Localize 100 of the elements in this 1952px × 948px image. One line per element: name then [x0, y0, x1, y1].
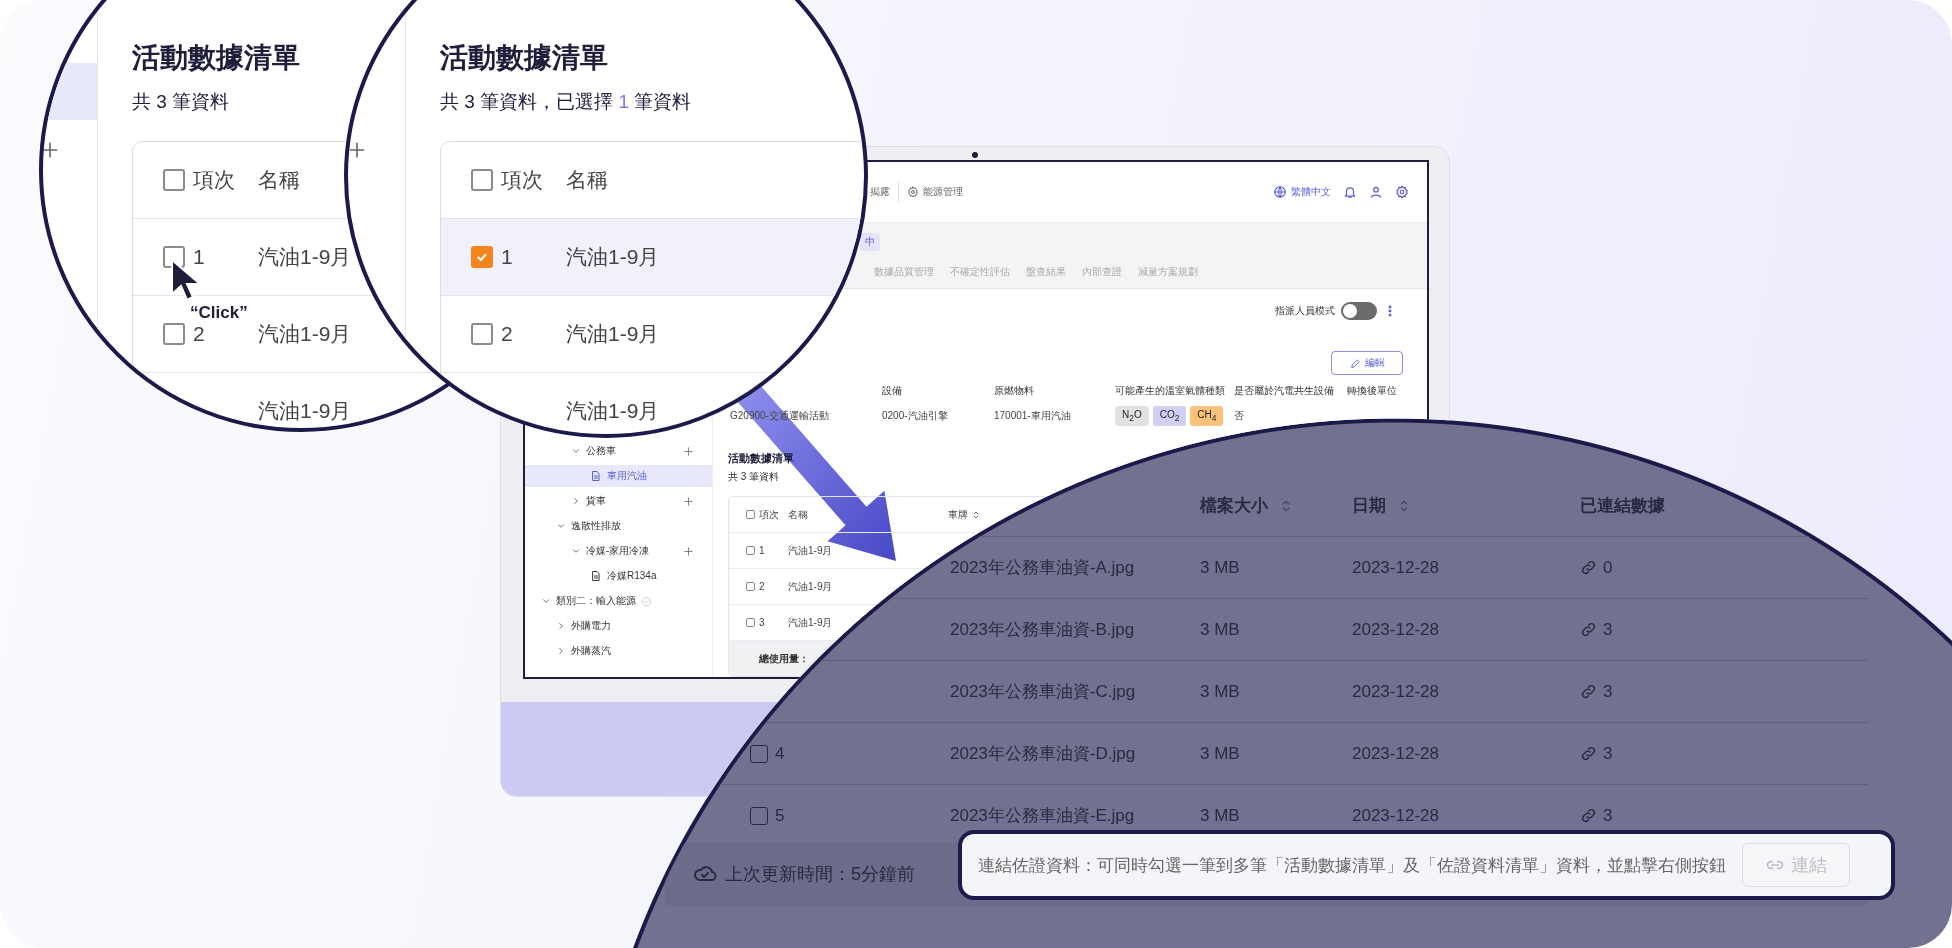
hint-text: 連結佐證資料：可同時勾選一筆到多筆「活動數據清單」及「佐證資料清單」資料，並點擊右側按鈕	[978, 854, 1726, 877]
tree-label: 冷媒R134a	[607, 569, 657, 583]
plus-icon[interactable]	[348, 140, 367, 160]
table-cell-text: 汽油1-9月	[566, 321, 660, 347]
table-cell-text: 汽油1-9月	[788, 615, 834, 630]
sort-icon[interactable]	[971, 509, 981, 520]
tree-item[interactable]: 逸散性排放	[525, 515, 712, 537]
field-value: 170001-車用汽油	[994, 409, 1072, 423]
chevron-icon[interactable]	[556, 621, 566, 631]
table-cell-text: 1	[759, 545, 766, 556]
file-name: 2023年公務車油資-D.jpg	[950, 743, 1136, 765]
gas-tag: CH$_{4}$	[1190, 406, 1224, 426]
file-name: 2023年公務車油資-A.jpg	[950, 557, 1135, 579]
linked-count: 3	[1603, 681, 1613, 702]
linked-count: 3	[1603, 743, 1613, 764]
row-checkbox[interactable]	[471, 323, 493, 345]
column-header: 名稱	[566, 167, 608, 193]
table-cell-text: 汽油1-9月	[258, 398, 352, 424]
record-summary: 共 3 筆資料，已選擇 1 筆資料	[440, 90, 692, 114]
chevron-icon[interactable]	[571, 496, 581, 506]
chevron-icon[interactable]	[556, 521, 566, 531]
row-checkbox[interactable]	[746, 582, 755, 591]
column-header: 名稱	[258, 167, 300, 193]
tree-item[interactable]: 冷媒-家用冷凍	[525, 540, 712, 562]
table-cell: 3 MB	[1200, 805, 1240, 826]
file-name: 2023年公務車油資-B.jpg	[950, 619, 1135, 641]
nav-link[interactable]: 能源管理	[907, 185, 963, 199]
table-cell: 2023-12-28	[1352, 743, 1439, 764]
bell-icon[interactable]	[1343, 185, 1357, 199]
plus-icon[interactable]	[43, 140, 60, 160]
row-checkbox[interactable]	[746, 546, 755, 555]
gas-tag: N$_{2}$O	[1115, 406, 1149, 426]
column-header: 日期	[1352, 495, 1386, 517]
row-checkbox[interactable]	[750, 806, 768, 825]
tree-label: 車用汽油	[607, 469, 647, 483]
globe-icon	[1273, 185, 1287, 199]
field-label: 設備	[882, 384, 903, 398]
list-title: 活動數據清單	[132, 41, 300, 75]
list-title: 活動數據清單	[440, 41, 608, 75]
nav-link[interactable]: 揭露	[870, 185, 890, 199]
select-all-checkbox[interactable]	[471, 169, 493, 191]
table-cell: 2023-12-28	[1352, 557, 1439, 578]
select-all-checkbox[interactable]	[163, 169, 185, 191]
pencil-icon	[1349, 357, 1361, 369]
user-icon[interactable]	[1369, 185, 1383, 199]
linked-count: 3	[1603, 805, 1613, 826]
tree-item[interactable]: 車用汽油	[525, 465, 712, 487]
row-checkbox[interactable]	[750, 744, 768, 763]
field-label: 是否屬於汽電共生設備	[1234, 384, 1335, 398]
table-cell-text: 汽油1-9月	[566, 398, 660, 424]
column-header: 檔案大小	[1200, 495, 1268, 517]
row-checkbox[interactable]	[163, 323, 185, 345]
file-name: 2023年公務車油資-C.jpg	[950, 681, 1136, 703]
row-checkbox[interactable]	[471, 246, 493, 268]
column-header: 已連結數據	[1580, 495, 1665, 517]
tree-item[interactable]: 貨車	[525, 490, 712, 512]
link-icon	[1580, 559, 1597, 576]
language-link[interactable]: 繁體中文	[1273, 185, 1331, 199]
settings-icon[interactable]	[1395, 185, 1409, 199]
chevron-icon[interactable]	[571, 546, 581, 556]
link-icon	[1580, 683, 1597, 700]
assign-mode-label: 指派人員模式	[1275, 304, 1335, 318]
document-icon	[590, 570, 602, 582]
table-cell-text: 2	[759, 581, 766, 592]
total-label: 總使用量：	[759, 651, 809, 666]
row-checkbox[interactable]	[746, 618, 755, 627]
tree-item[interactable]: 公務車	[525, 440, 712, 462]
link-icon	[1580, 621, 1597, 638]
table-cell: 2	[501, 322, 513, 346]
tree-label: 外購電力	[571, 619, 611, 633]
table-cell: 2023-12-28	[1352, 619, 1439, 640]
link-icon	[1580, 745, 1597, 762]
column-header: 名稱	[788, 507, 809, 522]
camera-dot	[972, 152, 978, 158]
tree-item[interactable]: 外購蒸汽	[525, 640, 712, 662]
chevron-icon[interactable]	[541, 596, 551, 606]
table-cell-text: 汽油1-9月	[258, 244, 352, 270]
chevron-icon[interactable]	[571, 446, 581, 456]
select-all-checkbox[interactable]	[746, 510, 755, 519]
field-label: 轉換後單位	[1347, 384, 1398, 398]
gear-icon	[907, 186, 919, 198]
edit-button[interactable]: 編輯	[1331, 351, 1403, 375]
column-header: 項次	[759, 507, 780, 522]
table-cell: 3 MB	[1200, 743, 1240, 764]
tree-item[interactable]: 類別二：輸入能源	[525, 590, 712, 612]
column-header: 項次	[501, 167, 543, 193]
tree-label: 類別二：輸入能源	[556, 594, 636, 608]
tree-item[interactable]: 冷媒R134a	[525, 565, 712, 587]
column-header: 項次	[193, 167, 235, 193]
chevron-icon[interactable]	[556, 646, 566, 656]
field-label: 原燃物料	[994, 384, 1035, 398]
field-value: 否	[1234, 409, 1245, 423]
tree-item[interactable]: 外購電力	[525, 615, 712, 637]
table-cell: 3 MB	[1200, 557, 1240, 578]
status-badge: 中	[860, 233, 880, 251]
field-label: 可能產生的溫室氣體種類	[1115, 384, 1226, 398]
tree-label: 逸散性排放	[571, 519, 621, 533]
assign-mode-toggle[interactable]	[1341, 302, 1377, 320]
tree-label: 公務車	[586, 444, 616, 458]
table-cell: 3 MB	[1200, 681, 1240, 702]
